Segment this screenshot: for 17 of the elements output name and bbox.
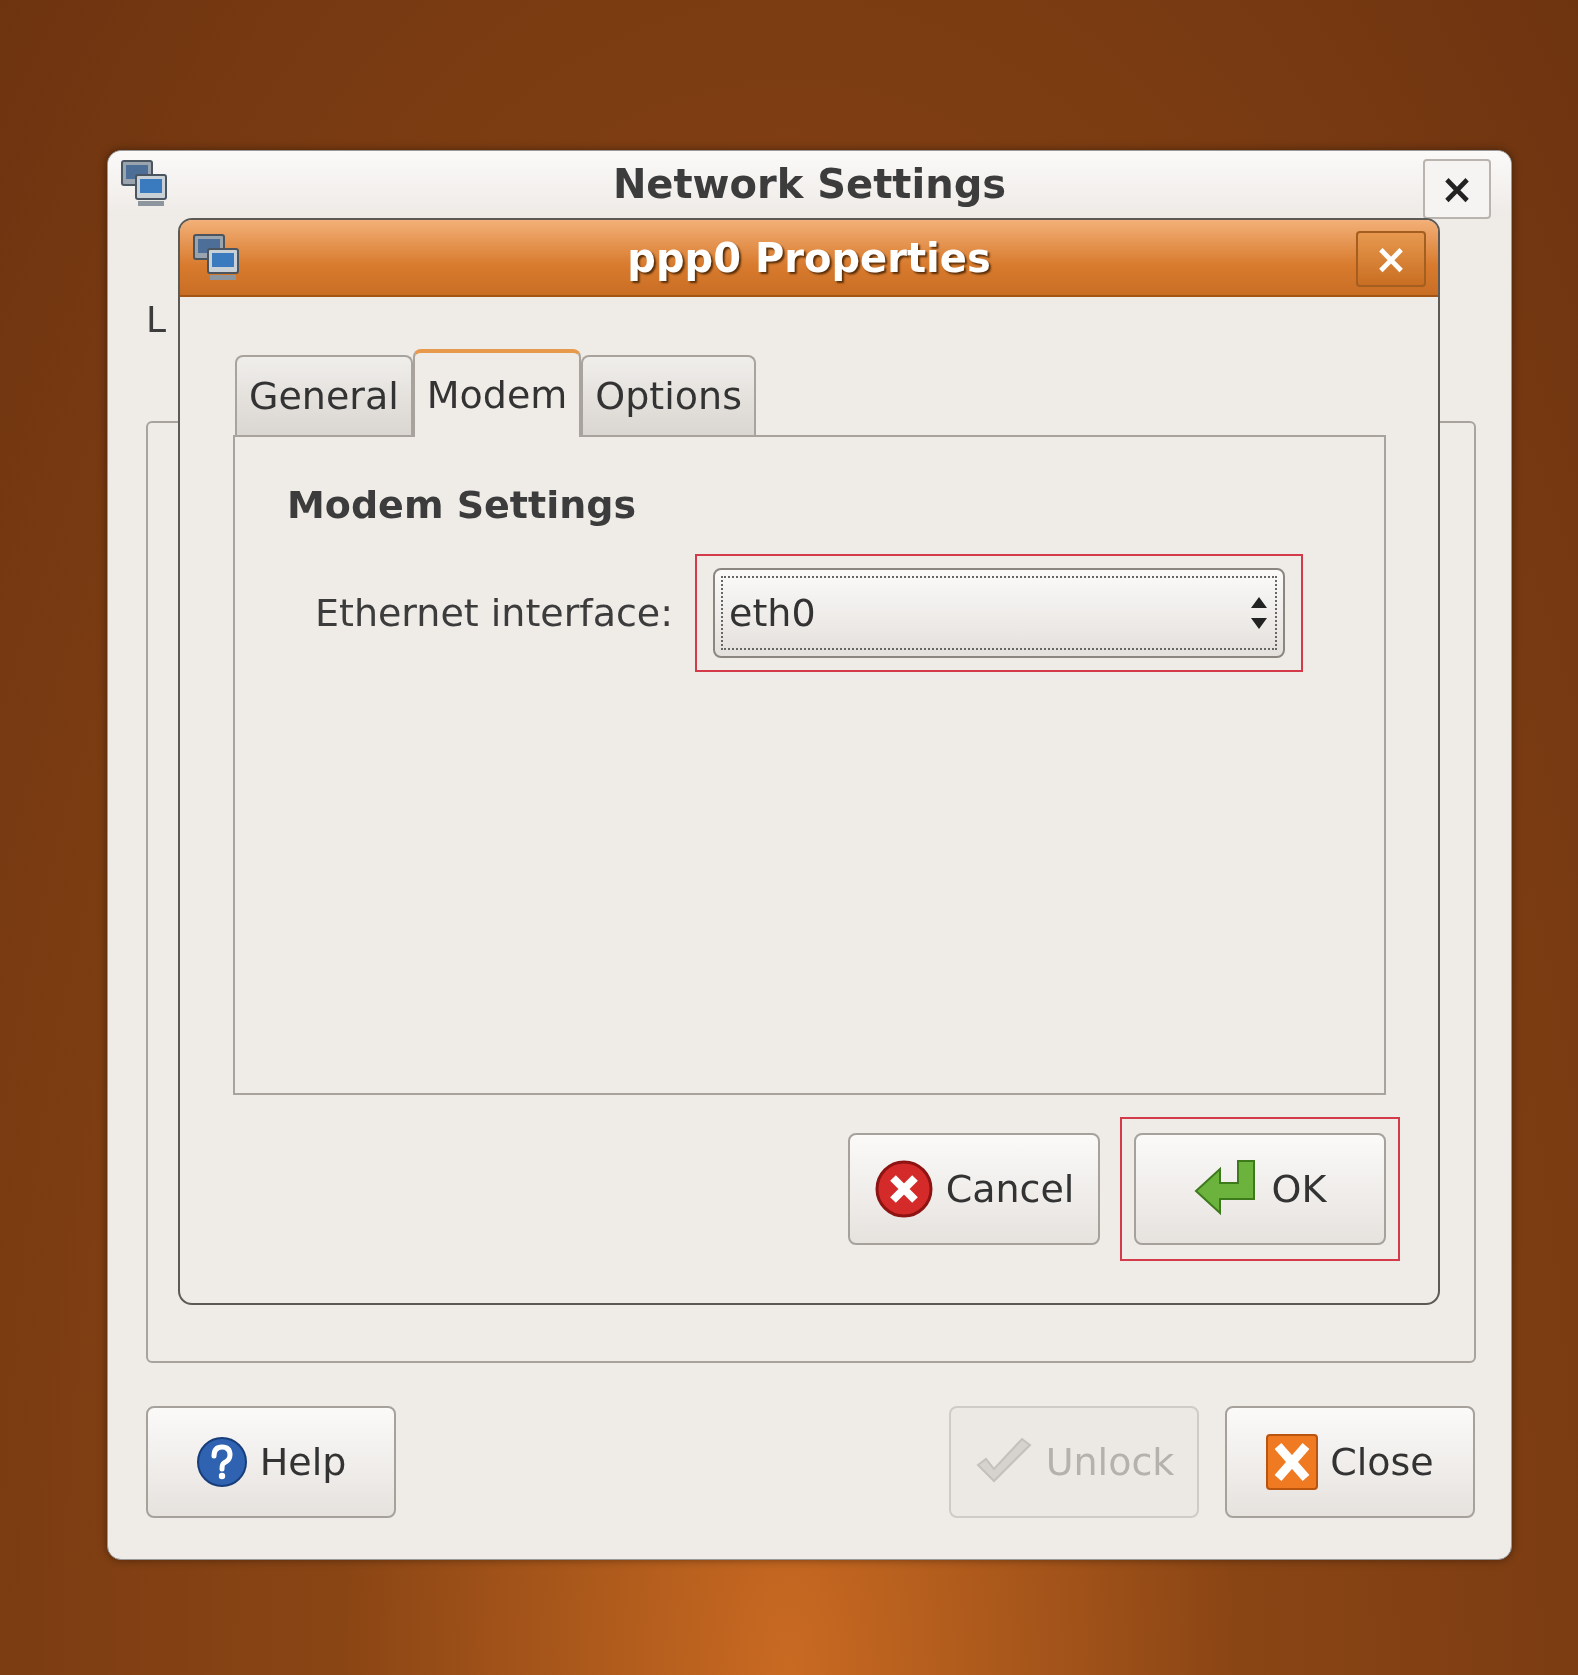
- close-icon: [1266, 1434, 1319, 1490]
- field-label: Ethernet interface:: [315, 589, 674, 637]
- tab[interactable]: Modem: [412, 349, 582, 437]
- section-title: Modem Settings: [287, 482, 638, 529]
- cancel-icon: [873, 1159, 934, 1219]
- dropdown-field[interactable]: eth0: [713, 568, 1286, 658]
- spinner-arrows-icon: [1249, 595, 1270, 631]
- tab[interactable]: General: [235, 355, 413, 435]
- close-button[interactable]: Close: [1225, 1406, 1475, 1518]
- help-button[interactable]: Help: [146, 1406, 396, 1518]
- tab[interactable]: Options: [581, 355, 756, 435]
- help-icon: [195, 1436, 248, 1488]
- close-button[interactable]: ×: [1423, 159, 1491, 219]
- ok-button[interactable]: OK: [1134, 1133, 1386, 1245]
- cancel-button[interactable]: Cancel: [848, 1133, 1100, 1245]
- window-label: L: [146, 298, 167, 342]
- network-icon: [192, 233, 242, 283]
